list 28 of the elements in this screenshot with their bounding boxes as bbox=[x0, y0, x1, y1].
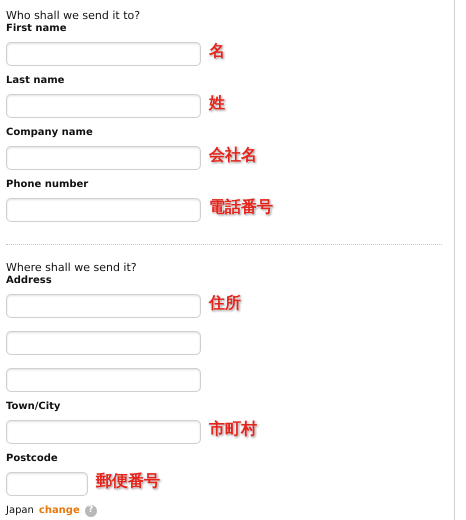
input-field[interactable] bbox=[6, 198, 201, 222]
input-field[interactable] bbox=[6, 331, 201, 355]
input-field[interactable] bbox=[6, 146, 201, 170]
input-field[interactable] bbox=[6, 368, 201, 392]
section-heading: Who shall we send it to? bbox=[6, 9, 142, 22]
field-label: Phone number bbox=[6, 178, 90, 191]
section-heading: Where shall we send it? bbox=[6, 261, 138, 274]
field-label: Last name bbox=[6, 74, 66, 87]
field-label: Postcode bbox=[6, 452, 59, 465]
field-label: Town/City bbox=[6, 400, 62, 413]
annotation: 会社名 bbox=[209, 144, 257, 166]
annotation: 姓 bbox=[209, 92, 225, 114]
annotation: 電話番号 bbox=[209, 196, 273, 218]
field-label: First name bbox=[6, 22, 68, 35]
field-label: Address bbox=[6, 274, 53, 287]
annotation: 市町村 bbox=[209, 418, 257, 440]
input-field[interactable] bbox=[6, 94, 201, 118]
input-field[interactable] bbox=[6, 472, 88, 496]
field-label: Company name bbox=[6, 126, 94, 139]
annotation: 住所 bbox=[209, 292, 241, 314]
input-field[interactable] bbox=[6, 42, 201, 66]
annotation: 名 bbox=[209, 40, 225, 62]
input-field[interactable] bbox=[6, 294, 201, 318]
country-name: Japan bbox=[6, 504, 34, 517]
annotation: 郵便番号 bbox=[96, 470, 160, 492]
input-field[interactable] bbox=[6, 420, 201, 444]
help-icon[interactable]: ? bbox=[84, 504, 97, 516]
change-link[interactable]: change bbox=[38, 504, 80, 517]
